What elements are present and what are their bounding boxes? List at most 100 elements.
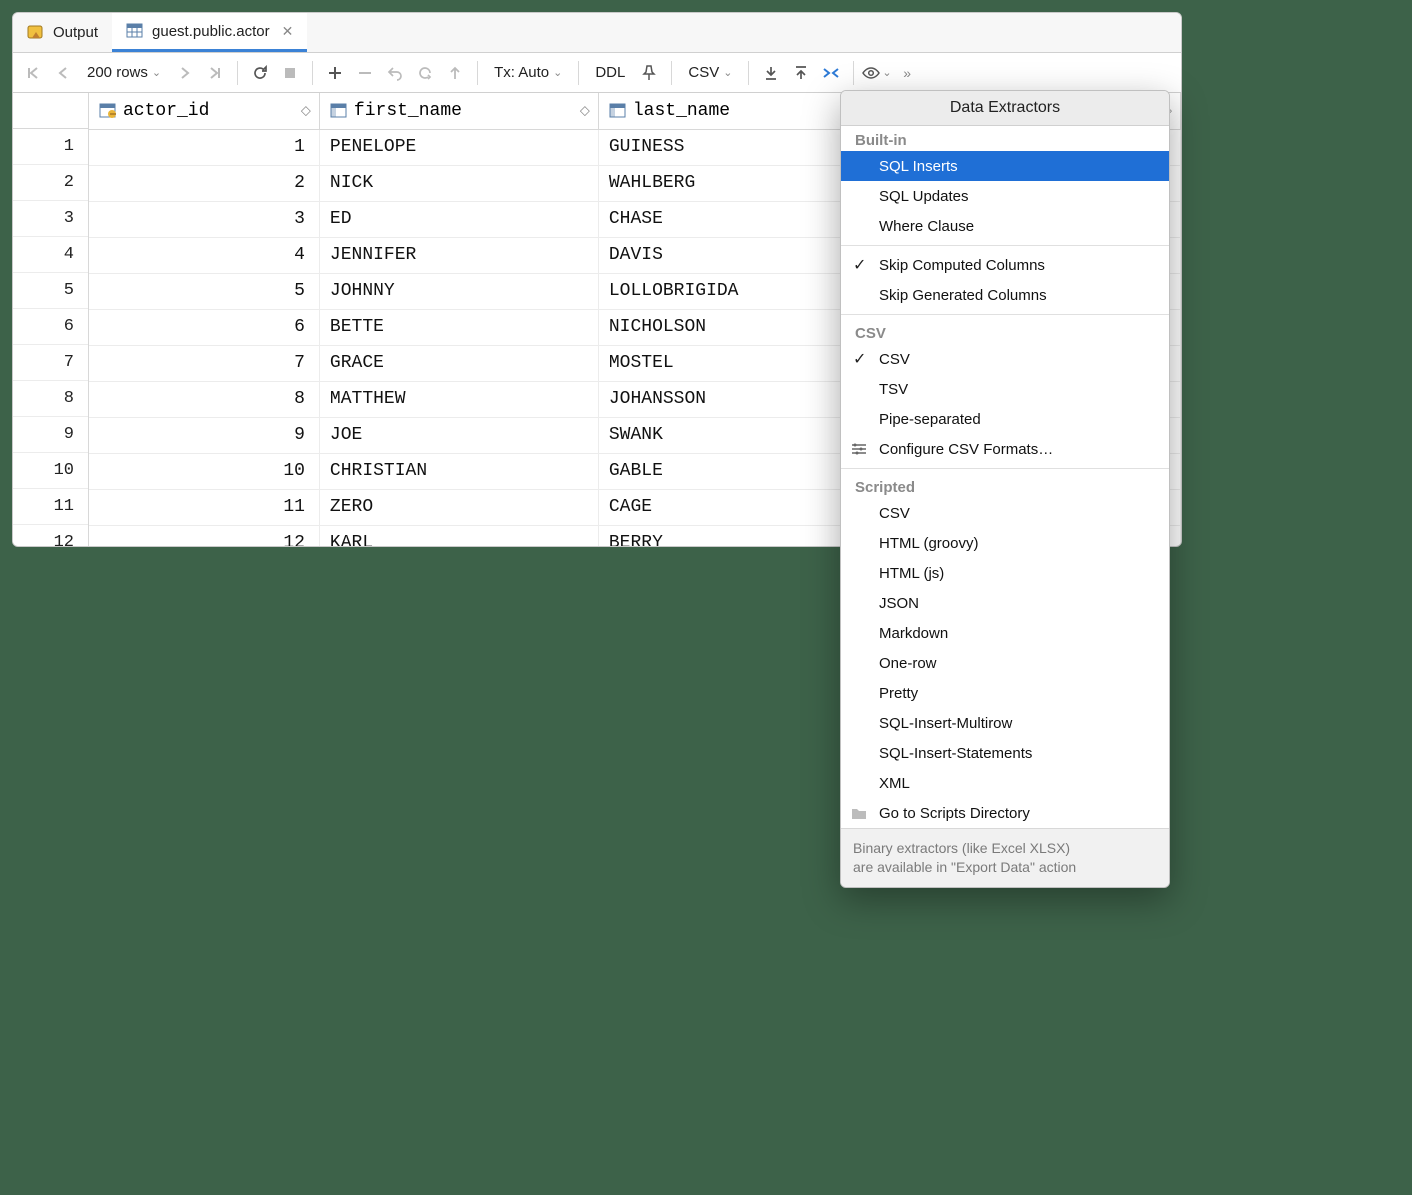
cell-last_name[interactable]: DAVIS xyxy=(598,237,865,273)
cell-first_name[interactable]: CHRISTIAN xyxy=(319,453,598,489)
sort-icon[interactable]: ◇ xyxy=(301,103,311,118)
last-page-button[interactable] xyxy=(201,59,229,87)
column-header-first_name[interactable]: first_name◇ xyxy=(319,93,598,129)
column-header-actor_id[interactable]: actor_id◇ xyxy=(89,93,319,129)
cell-first_name[interactable]: JOE xyxy=(319,417,598,453)
cell-first_name[interactable]: KARL xyxy=(319,525,598,546)
row-number[interactable]: 6 xyxy=(13,309,88,345)
view-button[interactable]: ⌄ xyxy=(862,59,891,87)
cell-last_name[interactable]: SWANK xyxy=(598,417,865,453)
row-number[interactable]: 1 xyxy=(13,129,88,165)
cell-last_name[interactable]: CAGE xyxy=(598,489,865,525)
option-skip-generated-columns[interactable]: Skip Generated Columns xyxy=(841,280,1169,310)
cell-actor_id[interactable]: 11 xyxy=(89,489,319,525)
scripted-json[interactable]: JSON xyxy=(841,588,1169,618)
tx-mode-dropdown[interactable]: Tx: Auto ⌄ xyxy=(486,64,570,81)
commit-button[interactable] xyxy=(411,59,439,87)
check-icon: ✓ xyxy=(853,255,866,275)
rows-dropdown[interactable]: 200 rows ⌄ xyxy=(79,64,169,81)
pin-button[interactable] xyxy=(635,59,663,87)
cell-actor_id[interactable]: 6 xyxy=(89,309,319,345)
cell-last_name[interactable]: GUINESS xyxy=(598,129,865,165)
cell-last_name[interactable]: JOHANSSON xyxy=(598,381,865,417)
sort-icon[interactable]: ◇ xyxy=(580,103,590,118)
reload-button[interactable] xyxy=(246,59,274,87)
csv-format-tsv[interactable]: TSV xyxy=(841,374,1169,404)
extractor-sql-updates[interactable]: SQL Updates xyxy=(841,181,1169,211)
cell-last_name[interactable]: LOLLOBRIGIDA xyxy=(598,273,865,309)
row-number[interactable]: 5 xyxy=(13,273,88,309)
revert-button[interactable] xyxy=(381,59,409,87)
row-number[interactable]: 8 xyxy=(13,381,88,417)
scripted-xml[interactable]: XML xyxy=(841,768,1169,798)
cell-actor_id[interactable]: 8 xyxy=(89,381,319,417)
cell-actor_id[interactable]: 1 xyxy=(89,129,319,165)
scripted-sql-insert-statements[interactable]: SQL-Insert-Statements xyxy=(841,738,1169,768)
cell-first_name[interactable]: ED xyxy=(319,201,598,237)
row-number[interactable]: 4 xyxy=(13,237,88,273)
row-number[interactable]: 12 xyxy=(13,525,88,546)
first-page-button[interactable] xyxy=(19,59,47,87)
cell-actor_id[interactable]: 10 xyxy=(89,453,319,489)
cell-actor_id[interactable]: 3 xyxy=(89,201,319,237)
row-number[interactable]: 9 xyxy=(13,417,88,453)
remove-row-button[interactable] xyxy=(351,59,379,87)
more-button[interactable]: » xyxy=(894,59,922,87)
cell-actor_id[interactable]: 12 xyxy=(89,525,319,546)
cell-first_name[interactable]: ZERO xyxy=(319,489,598,525)
scripted-markdown[interactable]: Markdown xyxy=(841,618,1169,648)
cell-first_name[interactable]: BETTE xyxy=(319,309,598,345)
cell-actor_id[interactable]: 5 xyxy=(89,273,319,309)
ddl-button[interactable]: DDL xyxy=(587,64,633,81)
tab-output[interactable]: Output xyxy=(13,13,112,52)
scripted-one-row[interactable]: One-row xyxy=(841,648,1169,678)
editor-tabs: Output guest.public.actor ✕ xyxy=(13,13,1181,53)
prev-page-button[interactable] xyxy=(49,59,77,87)
next-page-button[interactable] xyxy=(171,59,199,87)
cell-last_name[interactable]: WAHLBERG xyxy=(598,165,865,201)
csv-format-pipe-separated[interactable]: Pipe-separated xyxy=(841,404,1169,434)
cell-actor_id[interactable]: 4 xyxy=(89,237,319,273)
row-number[interactable]: 10 xyxy=(13,453,88,489)
cell-last_name[interactable]: NICHOLSON xyxy=(598,309,865,345)
row-number[interactable]: 7 xyxy=(13,345,88,381)
cell-first_name[interactable]: GRACE xyxy=(319,345,598,381)
import-button[interactable] xyxy=(787,59,815,87)
submit-button[interactable] xyxy=(441,59,469,87)
cell-last_name[interactable]: GABLE xyxy=(598,453,865,489)
cell-last_name[interactable]: BERRY xyxy=(598,525,865,546)
option-skip-computed-columns[interactable]: ✓Skip Computed Columns xyxy=(841,250,1169,280)
cell-first_name[interactable]: PENELOPE xyxy=(319,129,598,165)
export-button[interactable] xyxy=(757,59,785,87)
row-number[interactable]: 2 xyxy=(13,165,88,201)
stop-button[interactable] xyxy=(276,59,304,87)
csv-format-csv[interactable]: ✓CSV xyxy=(841,344,1169,374)
cell-actor_id[interactable]: 9 xyxy=(89,417,319,453)
cell-first_name[interactable]: MATTHEW xyxy=(319,381,598,417)
go-to-scripts-directory[interactable]: Go to Scripts Directory xyxy=(841,798,1169,828)
close-icon[interactable]: ✕ xyxy=(282,23,294,40)
compare-button[interactable] xyxy=(817,59,845,87)
cell-first_name[interactable]: JOHNNY xyxy=(319,273,598,309)
row-number[interactable]: 3 xyxy=(13,201,88,237)
configure-csv-formats[interactable]: Configure CSV Formats… xyxy=(841,434,1169,464)
extractor-where-clause[interactable]: Where Clause xyxy=(841,211,1169,241)
cell-last_name[interactable]: CHASE xyxy=(598,201,865,237)
scripted-csv[interactable]: CSV xyxy=(841,498,1169,528)
cell-actor_id[interactable]: 7 xyxy=(89,345,319,381)
add-row-button[interactable] xyxy=(321,59,349,87)
column-header-last_name[interactable]: last_name◇ xyxy=(598,93,865,129)
tab-actor-table[interactable]: guest.public.actor ✕ xyxy=(112,13,307,52)
scripted-html-groovy-[interactable]: HTML (groovy) xyxy=(841,528,1169,558)
cell-last_name[interactable]: MOSTEL xyxy=(598,345,865,381)
cell-first_name[interactable]: JENNIFER xyxy=(319,237,598,273)
extractor-sql-inserts[interactable]: SQL Inserts xyxy=(841,151,1169,181)
scripted-sql-insert-multirow[interactable]: SQL-Insert-Multirow xyxy=(841,708,1169,738)
cell-actor_id[interactable]: 2 xyxy=(89,165,319,201)
scripted-html-js-[interactable]: HTML (js) xyxy=(841,558,1169,588)
extractor-dropdown[interactable]: CSV ⌄ xyxy=(680,64,740,81)
check-icon: ✓ xyxy=(853,349,866,369)
row-number[interactable]: 11 xyxy=(13,489,88,525)
scripted-pretty[interactable]: Pretty xyxy=(841,678,1169,708)
cell-first_name[interactable]: NICK xyxy=(319,165,598,201)
